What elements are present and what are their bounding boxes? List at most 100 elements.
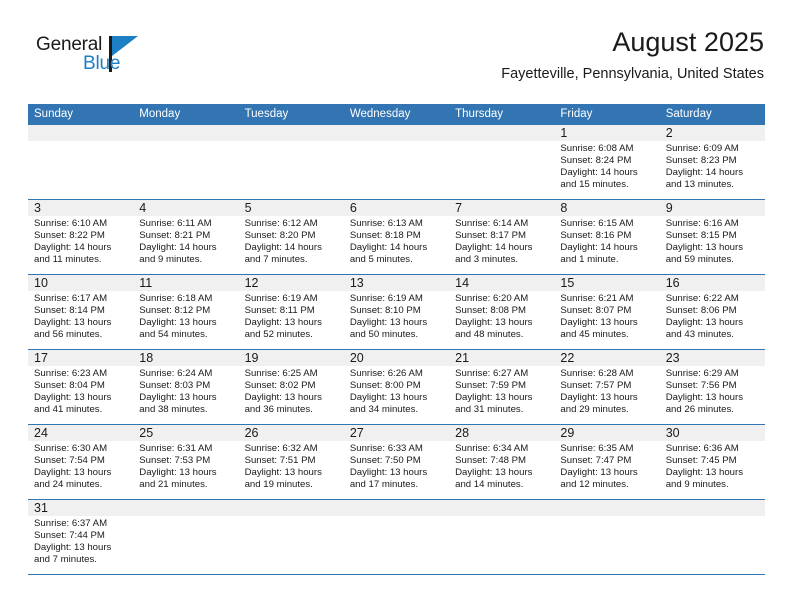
calendar-day-cell[interactable]: 10 Sunrise: 6:17 AM Sunset: 8:14 PM Dayligh… (28, 275, 134, 350)
daylight-text-line1: Daylight: 13 hours (349, 391, 428, 403)
daylight-text-line1: Daylight: 13 hours (34, 316, 112, 328)
weekday-header-monday: Monday (133, 104, 239, 125)
calendar-day-cell[interactable]: 14 Sunrise: 6:20 AM Sunset: 8:08 PM Dayligh… (449, 275, 555, 350)
sunset-text: Sunset: 8:14 PM (34, 304, 105, 316)
weekday-header-friday: Friday (554, 104, 660, 125)
day-sun-details: Sunrise: 6:23 AM Sunset: 8:04 PM Daylight:… (28, 366, 133, 416)
day-number: 17 (28, 350, 134, 366)
calendar-day-cell[interactable]: 28 Sunrise: 6:34 AM Sunset: 7:48 PM Dayligh… (449, 425, 555, 500)
day-number: 19 (238, 350, 344, 366)
day-cell-content: 31 Sunrise: 6:37 AM Sunset: 7:44 PM Dayligh… (28, 500, 134, 574)
day-sun-details: Sunrise: 6:14 AM Sunset: 8:17 PM Daylight:… (449, 216, 554, 266)
calendar-day-cell[interactable]: 16 Sunrise: 6:22 AM Sunset: 8:06 PM Dayligh… (659, 275, 765, 350)
day-sun-details: Sunrise: 6:08 AM Sunset: 8:24 PM Daylight:… (554, 141, 659, 191)
sunset-text: Sunset: 8:12 PM (139, 304, 211, 316)
calendar-day-cell[interactable]: 25 Sunrise: 6:31 AM Sunset: 7:53 PM Dayligh… (133, 425, 239, 500)
weekday-header-wednesday: Wednesday (343, 104, 450, 125)
calendar-day-cell[interactable]: 31 Sunrise: 6:37 AM Sunset: 7:44 PM Dayligh… (28, 500, 134, 575)
daylight-text-line2: and 43 minutes. (665, 328, 734, 340)
weekday-header-sunday: Sunday (28, 104, 134, 125)
daylight-text-line1: Daylight: 14 hours (34, 241, 112, 253)
location-subtitle: Fayetteville, Pennsylvania, United State… (501, 66, 764, 82)
calendar-day-cell[interactable]: 23 Sunrise: 6:29 AM Sunset: 7:56 PM Dayligh… (659, 350, 765, 425)
day-sun-details: Sunrise: 6:28 AM Sunset: 7:57 PM Daylight:… (554, 366, 659, 416)
calendar-day-cell[interactable]: 13 Sunrise: 6:19 AM Sunset: 8:10 PM Dayligh… (343, 275, 450, 350)
day-cell-content: 4 Sunrise: 6:11 AM Sunset: 8:21 PM Daylight… (133, 200, 239, 274)
calendar-day-cell[interactable]: 3 Sunrise: 6:10 AM Sunset: 8:22 PM Daylight… (28, 200, 134, 275)
daylight-text-line2: and 45 minutes. (560, 328, 629, 340)
daylight-text-line2: and 59 minutes. (665, 253, 734, 265)
calendar-empty-cell (133, 500, 239, 575)
day-sun-details: Sunrise: 6:29 AM Sunset: 7:56 PM Daylight:… (660, 366, 765, 416)
day-cell-content (449, 500, 555, 574)
daylight-text-line2: and 17 minutes. (349, 478, 419, 490)
sunrise-text: Sunrise: 6:28 AM (560, 368, 634, 379)
calendar-day-cell[interactable]: 4 Sunrise: 6:11 AM Sunset: 8:21 PM Daylight… (133, 200, 239, 275)
sunset-text: Sunset: 7:53 PM (139, 454, 211, 466)
day-sun-details: Sunrise: 6:34 AM Sunset: 7:48 PM Daylight:… (449, 441, 554, 491)
calendar-day-cell[interactable]: 19 Sunrise: 6:25 AM Sunset: 8:02 PM Dayligh… (238, 350, 344, 425)
day-cell-content: 14 Sunrise: 6:20 AM Sunset: 8:08 PM Dayligh… (449, 275, 555, 349)
sunrise-text: Sunrise: 6:31 AM (139, 443, 213, 454)
daylight-text-line1: Daylight: 13 hours (560, 316, 638, 328)
calendar-week-row: 10 Sunrise: 6:17 AM Sunset: 8:14 PM Dayligh… (28, 275, 765, 350)
calendar-day-cell[interactable]: 24 Sunrise: 6:30 AM Sunset: 7:54 PM Dayligh… (28, 425, 134, 500)
calendar-day-cell[interactable]: 2 Sunrise: 6:09 AM Sunset: 8:23 PM Daylight… (659, 125, 765, 200)
calendar-day-cell[interactable]: 21 Sunrise: 6:27 AM Sunset: 7:59 PM Dayligh… (449, 350, 555, 425)
sunrise-text: Sunrise: 6:10 AM (34, 218, 108, 229)
calendar-empty-cell (343, 500, 450, 575)
sunrise-text: Sunrise: 6:09 AM (665, 143, 739, 154)
daylight-text-line2: and 54 minutes. (139, 328, 208, 340)
calendar-day-cell[interactable]: 7 Sunrise: 6:14 AM Sunset: 8:17 PM Daylight… (449, 200, 555, 275)
daylight-text-line2: and 31 minutes. (455, 403, 524, 415)
calendar-day-cell[interactable]: 18 Sunrise: 6:24 AM Sunset: 8:03 PM Dayligh… (133, 350, 239, 425)
calendar-day-cell[interactable]: 6 Sunrise: 6:13 AM Sunset: 8:18 PM Daylight… (343, 200, 450, 275)
sunrise-text: Sunrise: 6:15 AM (560, 218, 634, 229)
calendar-empty-cell (449, 500, 555, 575)
daylight-text-line2: and 34 minutes. (349, 403, 419, 415)
sunset-text: Sunset: 8:22 PM (34, 229, 105, 241)
sunset-text: Sunset: 7:44 PM (34, 529, 105, 541)
day-cell-content: 7 Sunrise: 6:14 AM Sunset: 8:17 PM Daylight… (449, 200, 555, 274)
day-cell-content: 12 Sunrise: 6:19 AM Sunset: 8:11 PM Dayligh… (238, 275, 344, 349)
calendar-week-row: 1 Sunrise: 6:08 AM Sunset: 8:24 PM Daylight… (28, 125, 765, 200)
calendar-day-cell[interactable]: 22 Sunrise: 6:28 AM Sunset: 7:57 PM Dayligh… (554, 350, 660, 425)
day-number: 27 (343, 425, 450, 441)
sunset-text: Sunset: 8:21 PM (139, 229, 211, 241)
daylight-text-line2: and 11 minutes. (34, 253, 102, 265)
daylight-text-line2: and 41 minutes. (34, 403, 103, 415)
sunset-text: Sunset: 7:48 PM (455, 454, 527, 466)
day-sun-details: Sunrise: 6:27 AM Sunset: 7:59 PM Daylight:… (449, 366, 554, 416)
daylight-text-line1: Daylight: 13 hours (244, 316, 322, 328)
day-number: 16 (659, 275, 765, 291)
calendar-day-cell[interactable]: 11 Sunrise: 6:18 AM Sunset: 8:12 PM Dayligh… (133, 275, 239, 350)
calendar-day-cell[interactable]: 9 Sunrise: 6:16 AM Sunset: 8:15 PM Daylight… (659, 200, 765, 275)
calendar-day-cell[interactable]: 17 Sunrise: 6:23 AM Sunset: 8:04 PM Dayligh… (28, 350, 134, 425)
day-cell-content (554, 500, 660, 574)
calendar-day-cell[interactable]: 15 Sunrise: 6:21 AM Sunset: 8:07 PM Dayligh… (554, 275, 660, 350)
calendar-day-cell[interactable]: 12 Sunrise: 6:19 AM Sunset: 8:11 PM Dayligh… (238, 275, 344, 350)
day-number: 8 (554, 200, 660, 216)
daylight-text-line1: Daylight: 13 hours (34, 466, 112, 478)
calendar-day-cell[interactable]: 27 Sunrise: 6:33 AM Sunset: 7:50 PM Dayligh… (343, 425, 450, 500)
sunset-text: Sunset: 8:16 PM (560, 229, 632, 241)
day-cell-content: 2 Sunrise: 6:09 AM Sunset: 8:23 PM Daylight… (659, 125, 765, 199)
day-cell-content (659, 500, 765, 574)
calendar-day-cell[interactable]: 26 Sunrise: 6:32 AM Sunset: 7:51 PM Dayligh… (238, 425, 344, 500)
day-cell-content: 20 Sunrise: 6:26 AM Sunset: 8:00 PM Dayligh… (343, 350, 450, 424)
calendar-day-cell[interactable]: 5 Sunrise: 6:12 AM Sunset: 8:20 PM Daylight… (238, 200, 344, 275)
sunset-text: Sunset: 7:56 PM (665, 379, 737, 391)
calendar-day-cell[interactable]: 8 Sunrise: 6:15 AM Sunset: 8:16 PM Daylight… (554, 200, 660, 275)
day-sun-details: Sunrise: 6:37 AM Sunset: 7:44 PM Daylight:… (28, 516, 133, 566)
calendar-day-cell[interactable]: 1 Sunrise: 6:08 AM Sunset: 8:24 PM Daylight… (554, 125, 660, 200)
calendar-day-cell[interactable]: 30 Sunrise: 6:36 AM Sunset: 7:45 PM Dayligh… (659, 425, 765, 500)
sunrise-text: Sunrise: 6:11 AM (139, 218, 212, 229)
daylight-text-line1: Daylight: 13 hours (560, 391, 638, 403)
day-number: 23 (659, 350, 765, 366)
day-cell-content: 5 Sunrise: 6:12 AM Sunset: 8:20 PM Daylight… (238, 200, 344, 274)
calendar-day-cell[interactable]: 29 Sunrise: 6:35 AM Sunset: 7:47 PM Dayligh… (554, 425, 660, 500)
daylight-text-line1: Daylight: 14 hours (349, 241, 428, 253)
day-number: 15 (554, 275, 660, 291)
general-blue-logo[interactable]: General Blue (36, 34, 156, 82)
calendar-day-cell[interactable]: 20 Sunrise: 6:26 AM Sunset: 8:00 PM Dayligh… (343, 350, 450, 425)
